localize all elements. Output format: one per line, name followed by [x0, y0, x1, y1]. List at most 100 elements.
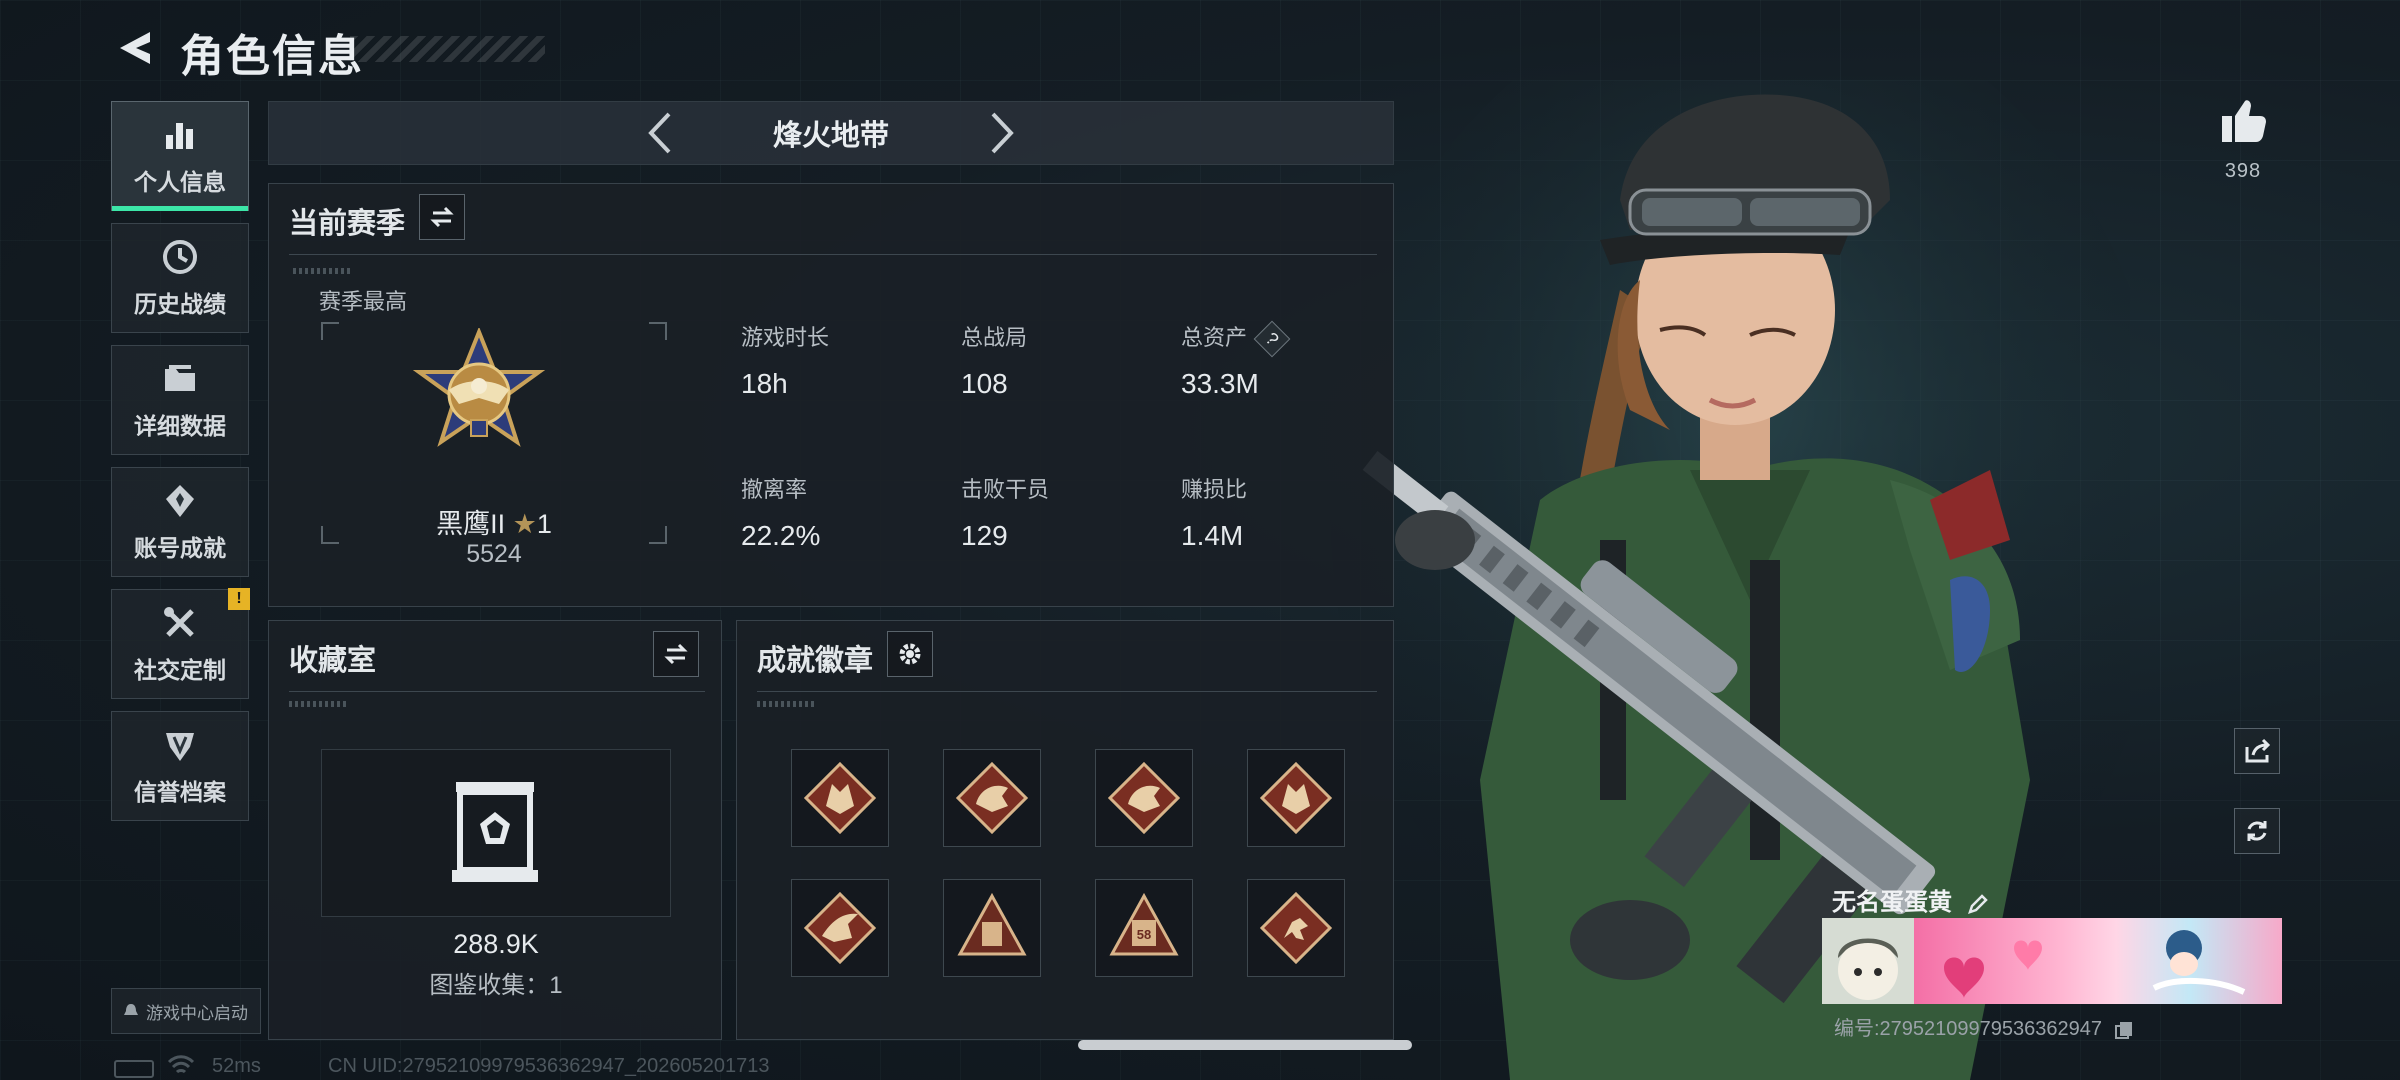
launch-label: 游戏中心启动: [146, 1003, 248, 1023]
rank-emblem-icon: [412, 328, 546, 447]
stat-value: 22.2%: [741, 520, 821, 551]
wolf-badge-icon: [804, 762, 876, 834]
avatar[interactable]: [1822, 918, 1914, 1004]
sidebar-item-social[interactable]: 社交定制 !: [111, 588, 250, 699]
network-ping: 52ms: [212, 1055, 261, 1077]
swap-icon: [664, 643, 688, 665]
dragon-badge-icon: [1108, 762, 1180, 834]
sidebar-item-personal-info[interactable]: 个人信息: [111, 101, 249, 211]
help-icon[interactable]: ?: [1253, 320, 1291, 358]
game-center-launch-button[interactable]: 游戏中心启动: [111, 988, 261, 1034]
stat-total-matches: 总战局 108: [961, 320, 1027, 400]
badge-number: 58: [1137, 927, 1151, 942]
refresh-button[interactable]: [2234, 808, 2280, 854]
stat-value: 33.3M: [1181, 368, 1259, 399]
stat-operators-defeated: 击败干员 129: [961, 472, 1049, 552]
pyramid-badge-icon: 58: [1109, 892, 1179, 956]
stat-label: 赚损比: [1181, 477, 1248, 502]
dragon-badge-icon: [956, 762, 1028, 834]
rank-name: 黑鹰II: [436, 509, 506, 539]
clock-icon: [163, 240, 197, 274]
share-icon: [2245, 738, 2271, 763]
stat-label: 击败干员: [961, 477, 1050, 502]
rank-star-count: 1: [536, 509, 552, 539]
stat-label: 游戏时长: [741, 325, 830, 350]
chevron-left-icon[interactable]: [641, 108, 681, 158]
sidebar-item-label: 个人信息: [134, 169, 226, 195]
copy-icon[interactable]: [2114, 1020, 2134, 1040]
player-name-text: 无名蛋蛋黄: [1832, 889, 1952, 916]
catalog-count: 图鉴收集：1: [429, 972, 563, 999]
badge-slot[interactable]: [1247, 749, 1345, 847]
divider: [289, 254, 1377, 255]
collection-switch-button[interactable]: [653, 631, 699, 677]
mode-selector: 烽火地带: [268, 101, 1394, 165]
edit-icon[interactable]: [1967, 893, 1989, 915]
achievement-badges-panel: 成就徽章 58: [736, 620, 1394, 1040]
stat-total-assets: 总资产 ? 33.3M: [1181, 320, 1291, 400]
decoration: [293, 268, 353, 274]
notification-badge: !: [228, 588, 250, 610]
badge-slot[interactable]: [791, 749, 889, 847]
stat-value: 18h: [741, 368, 788, 399]
stat-extraction-rate: 撤离率 22.2%: [741, 472, 820, 552]
like-count: 398: [2224, 160, 2262, 182]
season-best-label: 赛季最高: [319, 289, 408, 314]
home-indicator[interactable]: [1078, 1040, 1412, 1050]
stat-label: 撤离率: [741, 477, 808, 502]
season-title: 当前赛季: [289, 208, 406, 240]
sidebar-item-achievements[interactable]: 账号成就: [111, 467, 249, 577]
thumbs-up-icon[interactable]: [2218, 96, 2268, 146]
badge-slot[interactable]: [943, 749, 1041, 847]
footer-uid: CN UID:279521099795363629​47_20260520171…: [328, 1055, 770, 1077]
back-arrow-icon[interactable]: [110, 24, 158, 72]
sidebar-item-label: 详细数据: [134, 413, 226, 439]
badge-slot[interactable]: [1247, 879, 1345, 977]
stat-value: 108: [961, 368, 1008, 399]
stat-label: 总资产: [1181, 325, 1248, 350]
sidebar-item-label: 信誉档案: [134, 779, 226, 805]
sidebar-item-reputation[interactable]: 信誉档案: [111, 711, 249, 821]
badge-slot[interactable]: [943, 879, 1041, 977]
shield-icon: [166, 733, 194, 761]
folder-icon: [165, 365, 195, 391]
decoration: [757, 701, 817, 707]
sidebar-item-detailed-data[interactable]: 详细数据: [111, 345, 249, 455]
collection-title: 收藏室: [289, 645, 377, 677]
badge-slot[interactable]: [791, 879, 889, 977]
profile-banner[interactable]: [1914, 918, 2282, 1004]
runner-badge-icon: [1260, 892, 1332, 964]
tools-icon: [164, 607, 194, 637]
eagle-badge-icon: [804, 892, 876, 964]
avatar-image: [1822, 918, 1914, 1004]
badge-grid: 58: [791, 749, 1345, 977]
badge-slot[interactable]: 58: [1095, 879, 1193, 977]
battery-icon: [114, 1060, 154, 1078]
season-switch-button[interactable]: [419, 194, 465, 240]
rank-score: 5524: [466, 540, 522, 568]
display-case-icon: [452, 782, 538, 882]
badge-settings-button[interactable]: [887, 631, 933, 677]
swap-icon: [430, 206, 454, 228]
player-uid: 编号:279521099795363629​47: [1834, 1012, 2134, 1041]
divider: [289, 691, 705, 692]
badge-slot[interactable]: [1095, 749, 1193, 847]
share-button[interactable]: [2234, 728, 2280, 774]
wifi-icon: [167, 1055, 195, 1074]
sidebar-item-label: 账号成就: [134, 535, 226, 561]
stat-play-time: 游戏时长 18h: [741, 320, 829, 400]
sidebar-item-history[interactable]: 历史战绩: [111, 223, 249, 333]
stat-value: 129: [961, 520, 1008, 551]
collection-panel: 收藏室 288.9K 图鉴收集：1: [268, 620, 722, 1040]
player-name: 无名蛋蛋黄: [1832, 882, 1989, 917]
chevron-right-icon[interactable]: [981, 108, 1021, 158]
badges-title: 成就徽章: [757, 645, 874, 677]
bar-chart-icon: [166, 123, 193, 149]
bell-icon: [124, 1004, 138, 1015]
collection-showcase[interactable]: [321, 749, 671, 917]
page-title: 角色信息: [180, 32, 364, 81]
star-icon: ★: [512, 509, 537, 539]
stat-label: 总战局: [961, 325, 1028, 350]
refresh-icon: [2247, 821, 2267, 841]
achievement-icon: [166, 485, 194, 517]
